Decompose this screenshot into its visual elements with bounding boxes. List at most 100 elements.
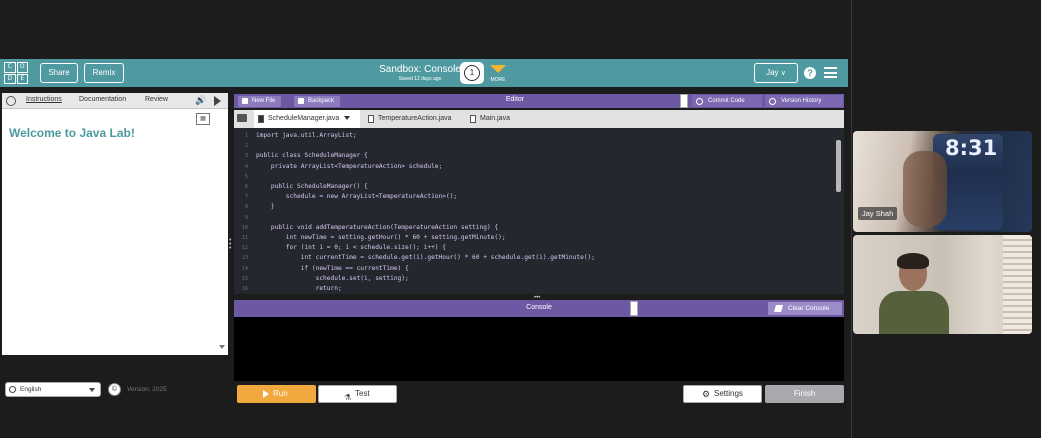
code-line[interactable]: 12 for (int i = 0; i < schedule.size(); … xyxy=(234,243,834,253)
code-line[interactable]: 15 schedule.set(i, setting); xyxy=(234,274,834,284)
new-file-button[interactable]: New File xyxy=(238,96,282,107)
video-tile-participant-1[interactable]: 8:31 Jay Shah xyxy=(853,131,1032,232)
video-tile-participant-2[interactable] xyxy=(853,235,1032,334)
code-scrollbar[interactable] xyxy=(836,140,841,192)
test-button[interactable]: ⚗ Test xyxy=(318,385,397,403)
code-text: public void addTemperatureAction(Tempera… xyxy=(256,223,499,231)
code-line[interactable]: 8 } xyxy=(234,202,834,212)
file-tab-temperatureaction[interactable]: TemperatureAction.java xyxy=(364,110,464,128)
top-header: C O D E Share Remix Sandbox: Console Sav… xyxy=(0,59,848,87)
finish-button[interactable]: Finish xyxy=(765,385,844,403)
language-select[interactable]: English xyxy=(5,382,101,397)
tab-review[interactable]: Review xyxy=(145,96,168,103)
code-text: schedule.set(i, setting); xyxy=(256,274,409,282)
code-line[interactable]: 10 public void addTemperatureAction(Temp… xyxy=(234,223,834,233)
code-text: private ArrayList<TemperatureAction> sch… xyxy=(256,162,443,170)
panel-resize-handle[interactable]: • • • xyxy=(229,237,233,252)
globe-icon xyxy=(9,386,16,393)
logo-letter-c: C xyxy=(4,62,16,73)
console-header: Console Clear Console xyxy=(234,300,844,317)
code-text: schedule = new ArrayList<TemperatureActi… xyxy=(256,193,458,201)
tab-documentation[interactable]: Documentation xyxy=(79,96,126,103)
window-blinds-image xyxy=(1003,235,1032,334)
code-text: } xyxy=(256,203,275,211)
user-menu-button[interactable]: Jay ∨ xyxy=(754,63,798,83)
code-line[interactable]: 3 public class ScheduleManager { xyxy=(234,151,834,161)
collapse-icon[interactable] xyxy=(6,96,16,106)
level-progress-bubble[interactable]: 1 xyxy=(460,62,484,84)
version-history-button[interactable]: Version History xyxy=(765,95,843,107)
person-hair-image xyxy=(897,253,929,269)
code-text: import java.util.ArrayList; xyxy=(256,132,357,139)
plus-icon xyxy=(242,98,248,104)
new-file-label: New File xyxy=(252,98,276,104)
editor-header: New File Backpack Editor Commit Code Ver… xyxy=(234,94,844,108)
commit-label: Commit Code xyxy=(708,98,745,104)
file-tab-main[interactable]: Main.java xyxy=(466,110,526,128)
version-text: Version: 2025 xyxy=(127,386,167,393)
code-line[interactable]: 7 schedule = new ArrayList<TemperatureAc… xyxy=(234,192,834,202)
line-number: 4 xyxy=(244,163,248,170)
run-button[interactable]: Run xyxy=(237,385,316,403)
code-text: return; xyxy=(256,285,342,292)
language-value: English xyxy=(20,386,42,393)
chevron-down-icon[interactable] xyxy=(344,116,351,121)
copyright-icon[interactable]: © xyxy=(108,383,121,396)
commit-icon xyxy=(696,98,703,105)
file-tab-label: TemperatureAction.java xyxy=(378,115,452,122)
code-line[interactable]: 4 private ArrayList<TemperatureAction> s… xyxy=(234,162,834,172)
speaker-icon[interactable]: 🔊 xyxy=(195,95,206,106)
tab-instructions[interactable]: Instructions xyxy=(24,96,64,103)
window-divider xyxy=(851,0,852,438)
code-editor[interactable]: 1 import java.util.ArrayList; 2 3 public cla… xyxy=(234,128,844,294)
code-text: for (int i = 0; i < schedule.size(); i++… xyxy=(256,244,446,252)
file-icon xyxy=(258,115,264,123)
backpack-button[interactable]: Backpack xyxy=(294,96,341,107)
more-label[interactable]: MORE xyxy=(488,77,508,83)
file-tabs: ScheduleManager.java TemperatureAction.j… xyxy=(234,110,844,128)
line-number: 11 xyxy=(241,235,248,241)
console-output[interactable] xyxy=(234,317,844,381)
code-line[interactable]: 1 import java.util.ArrayList; xyxy=(234,131,834,141)
editor-header-scroll[interactable] xyxy=(680,94,688,108)
editor-title: Editor xyxy=(505,96,525,103)
share-button[interactable]: Share xyxy=(40,63,78,83)
code-text: int newTime = setting.getHour() * 60 + s… xyxy=(256,234,506,241)
line-number: 15 xyxy=(241,275,248,282)
code-line[interactable]: 5 xyxy=(234,172,834,182)
test-label: Test xyxy=(355,389,370,398)
run-label: Run xyxy=(273,389,288,398)
remix-button[interactable]: Remix xyxy=(84,63,124,83)
code-line[interactable]: 11 int newTime = setting.getHour() * 60 … xyxy=(234,233,834,243)
file-tab-label: ScheduleManager.java xyxy=(268,115,340,122)
code-text: public class ScheduleManager { xyxy=(256,152,368,160)
code-line[interactable]: 2 xyxy=(234,141,834,151)
hamburger-menu-icon[interactable] xyxy=(824,67,837,78)
gear-icon: ⚙ xyxy=(702,389,711,399)
eraser-icon xyxy=(774,305,783,312)
line-number: 13 xyxy=(241,255,248,262)
help-icon[interactable]: ? xyxy=(804,67,816,79)
clear-console-label: Clear Console xyxy=(788,305,830,312)
backpack-label: Backpack xyxy=(308,98,335,104)
code-line[interactable]: 14 if (newTime == currentTime) { xyxy=(234,264,834,274)
more-dropdown-icon[interactable] xyxy=(490,65,506,73)
code-org-logo[interactable]: C O D E xyxy=(4,62,28,84)
logo-letter-d: D xyxy=(4,73,16,84)
code-line[interactable]: 9 xyxy=(234,213,834,223)
folder-icon[interactable] xyxy=(237,114,247,122)
play-icon[interactable] xyxy=(214,96,221,106)
console-header-scroll[interactable] xyxy=(630,301,638,316)
user-name: Jay xyxy=(766,68,779,77)
settings-button[interactable]: ⚙ Settings xyxy=(683,385,762,403)
commit-code-button[interactable]: Commit Code xyxy=(692,95,762,107)
clear-console-button[interactable]: Clear Console xyxy=(768,302,842,315)
file-tab-schedulemanager[interactable]: ScheduleManager.java xyxy=(254,110,360,128)
instructions-toggle-icon[interactable]: ▦ xyxy=(196,113,210,125)
scroll-down-arrow-icon[interactable] xyxy=(219,345,225,349)
code-line[interactable]: 13 int currentTime = schedule.get(i).get… xyxy=(234,253,834,263)
code-line[interactable]: 6 public ScheduleManager() { xyxy=(234,182,834,192)
instructions-panel: Instructions Documentation Review 🔊 ▦ We… xyxy=(2,93,228,355)
flask-icon: ⚗ xyxy=(344,393,352,402)
code-line[interactable]: 16 return; xyxy=(234,284,834,294)
